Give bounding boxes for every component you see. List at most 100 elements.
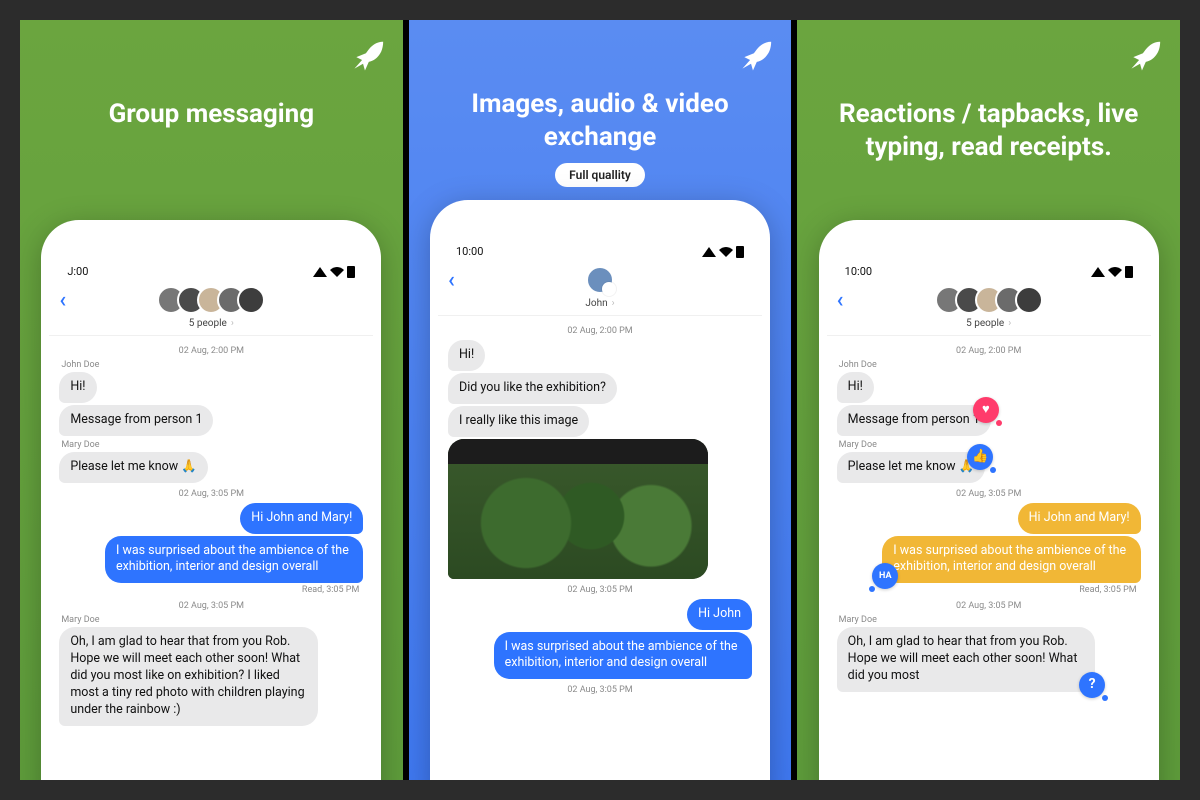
phone-mock: 10:00 ‹ [819,220,1159,780]
message-row[interactable]: Did you like the exhibition? [448,373,752,404]
timestamp: 02 Aug, 2:00 PM [448,326,752,336]
battery-icon [347,266,355,278]
timestamp: 02 Aug, 3:05 PM [448,585,752,595]
chat-title[interactable]: John› [585,298,614,309]
status-time: 10:00 [456,245,483,258]
chat-header: ‹ 5 people› [827,282,1151,336]
incoming-bubble[interactable]: Please let me know 🙏 [59,452,208,483]
incoming-bubble[interactable]: Oh, I am glad to hear that from you Rob.… [59,627,317,725]
haha-reaction-icon[interactable]: HA [872,563,898,589]
timestamp: 02 Aug, 2:00 PM [59,346,363,356]
timestamp: 02 Aug, 3:05 PM [837,489,1141,499]
quality-pill: Full quallity [555,163,645,187]
sender-label: Mary Doe [61,440,361,450]
apple-badge-icon [602,282,616,296]
outgoing-bubble[interactable]: I was surprised about the ambience of th… [882,536,1140,584]
message-list[interactable]: 02 Aug, 2:00 PM Hi!Did you like the exhib… [438,316,762,780]
status-bar: 10:00 [827,228,1151,282]
phone-mock: 10:00 ‹ John› [430,200,770,780]
avatar-stack[interactable] [586,266,614,294]
avatar [1015,286,1043,314]
message-row[interactable]: I really like this image [448,406,752,437]
outgoing-bubble[interactable]: I was surprised about the ambience of th… [494,632,752,680]
message-row[interactable]: Message from person 1 [59,405,363,436]
hummingbird-icon [729,36,775,82]
read-receipt: Read, 3:05 PM [63,585,359,595]
chat-title[interactable]: 5 people› [189,318,234,329]
signal-icon [1091,267,1105,277]
message-row[interactable]: Please let me know 🙏👍 [837,452,1141,483]
message-row[interactable]: Message from person 1♥ [837,405,1141,436]
message-list[interactable]: 02 Aug, 2:00 PM John Doe Hi!Message from p… [49,336,373,780]
back-button[interactable]: ‹ [448,268,455,293]
sender-label: John Doe [839,360,1139,370]
status-bar: 10:00 [438,208,762,262]
promo-panel-1: Group messaging J:00 ‹ [20,20,403,780]
chevron-right-icon: › [1008,318,1011,329]
status-bar: J:00 [49,228,373,282]
outgoing-bubble[interactable]: I was surprised about the ambience of th… [105,536,363,584]
promo-panel-2: Images, audio & video exchange Full qual… [409,20,792,780]
q-reaction-icon[interactable]: ? [1079,672,1105,698]
message-row[interactable]: Hi! [448,340,752,371]
chat-title[interactable]: 5 people› [966,318,1011,329]
image-attachment[interactable] [448,439,708,579]
chevron-right-icon: › [231,318,234,329]
avatar [586,266,614,294]
timestamp: 02 Aug, 3:05 PM [448,685,752,695]
message-list[interactable]: 02 Aug, 2:00 PM John Doe Hi!Message from p… [827,336,1151,780]
incoming-bubble[interactable]: I really like this image [448,406,589,437]
timestamp: 02 Aug, 3:05 PM [59,489,363,499]
chevron-right-icon: › [612,298,615,309]
timestamp: 02 Aug, 3:05 PM [837,601,1141,611]
hummingbird-icon [341,36,387,82]
incoming-bubble[interactable]: Message from person 1 [59,405,213,436]
message-row[interactable]: Hi John and Mary! [59,503,363,534]
message-row[interactable]: Oh, I am glad to hear that from you Rob.… [837,627,1141,692]
incoming-bubble[interactable]: Message from person 1♥ [837,405,991,436]
sender-label: John Doe [61,360,361,370]
message-row[interactable]: Oh, I am glad to hear that from you Rob.… [59,627,363,725]
incoming-bubble[interactable]: Hi! [59,372,96,403]
battery-icon [1125,266,1133,278]
sender-label: Mary Doe [839,615,1139,625]
incoming-bubble[interactable]: Please let me know 🙏👍 [837,452,986,483]
outgoing-bubble[interactable]: Hi John [687,599,752,630]
message-row[interactable]: I was surprised about the ambience of th… [59,536,363,584]
sender-label: Mary Doe [61,615,361,625]
outgoing-bubble[interactable]: Hi John and Mary! [240,503,363,534]
message-row[interactable]: Please let me know 🙏 [59,452,363,483]
message-row[interactable]: Hi John [448,599,752,630]
message-row[interactable]: I was surprised about the ambience of th… [837,536,1141,584]
status-icons [313,266,355,278]
wifi-icon [1108,267,1122,277]
status-time: 10:00 [845,265,872,278]
timestamp: 02 Aug, 2:00 PM [837,346,1141,356]
chat-header: ‹ 5 people› [49,282,373,336]
avatar [237,286,265,314]
incoming-bubble[interactable]: Oh, I am glad to hear that from you Rob.… [837,627,1095,692]
incoming-bubble[interactable]: Hi! [837,372,874,403]
status-icons [702,246,744,258]
heart-reaction-icon[interactable]: ♥ [973,397,999,423]
back-button[interactable]: ‹ [837,288,844,313]
message-row[interactable] [448,439,752,579]
signal-icon [313,267,327,277]
message-row[interactable]: Hi John and Mary! [837,503,1141,534]
outgoing-bubble[interactable]: Hi John and Mary! [1018,503,1141,534]
avatar-stack[interactable] [935,286,1043,314]
message-row[interactable]: I was surprised about the ambience of th… [448,632,752,680]
back-button[interactable]: ‹ [59,288,66,313]
message-row[interactable]: Hi! [59,372,363,403]
thumb-reaction-icon[interactable]: 👍 [967,444,993,470]
phone-mock: J:00 ‹ [41,220,381,780]
status-time: J:00 [67,265,88,278]
incoming-bubble[interactable]: Hi! [448,340,485,371]
promo-panel-3: Reactions / tapbacks, live typing, read … [797,20,1180,780]
avatar-stack[interactable] [157,286,265,314]
signal-icon [702,247,716,257]
incoming-bubble[interactable]: Did you like the exhibition? [448,373,617,404]
hummingbird-icon [1118,36,1164,82]
wifi-icon [719,247,733,257]
chat-header: ‹ John› [438,262,762,316]
